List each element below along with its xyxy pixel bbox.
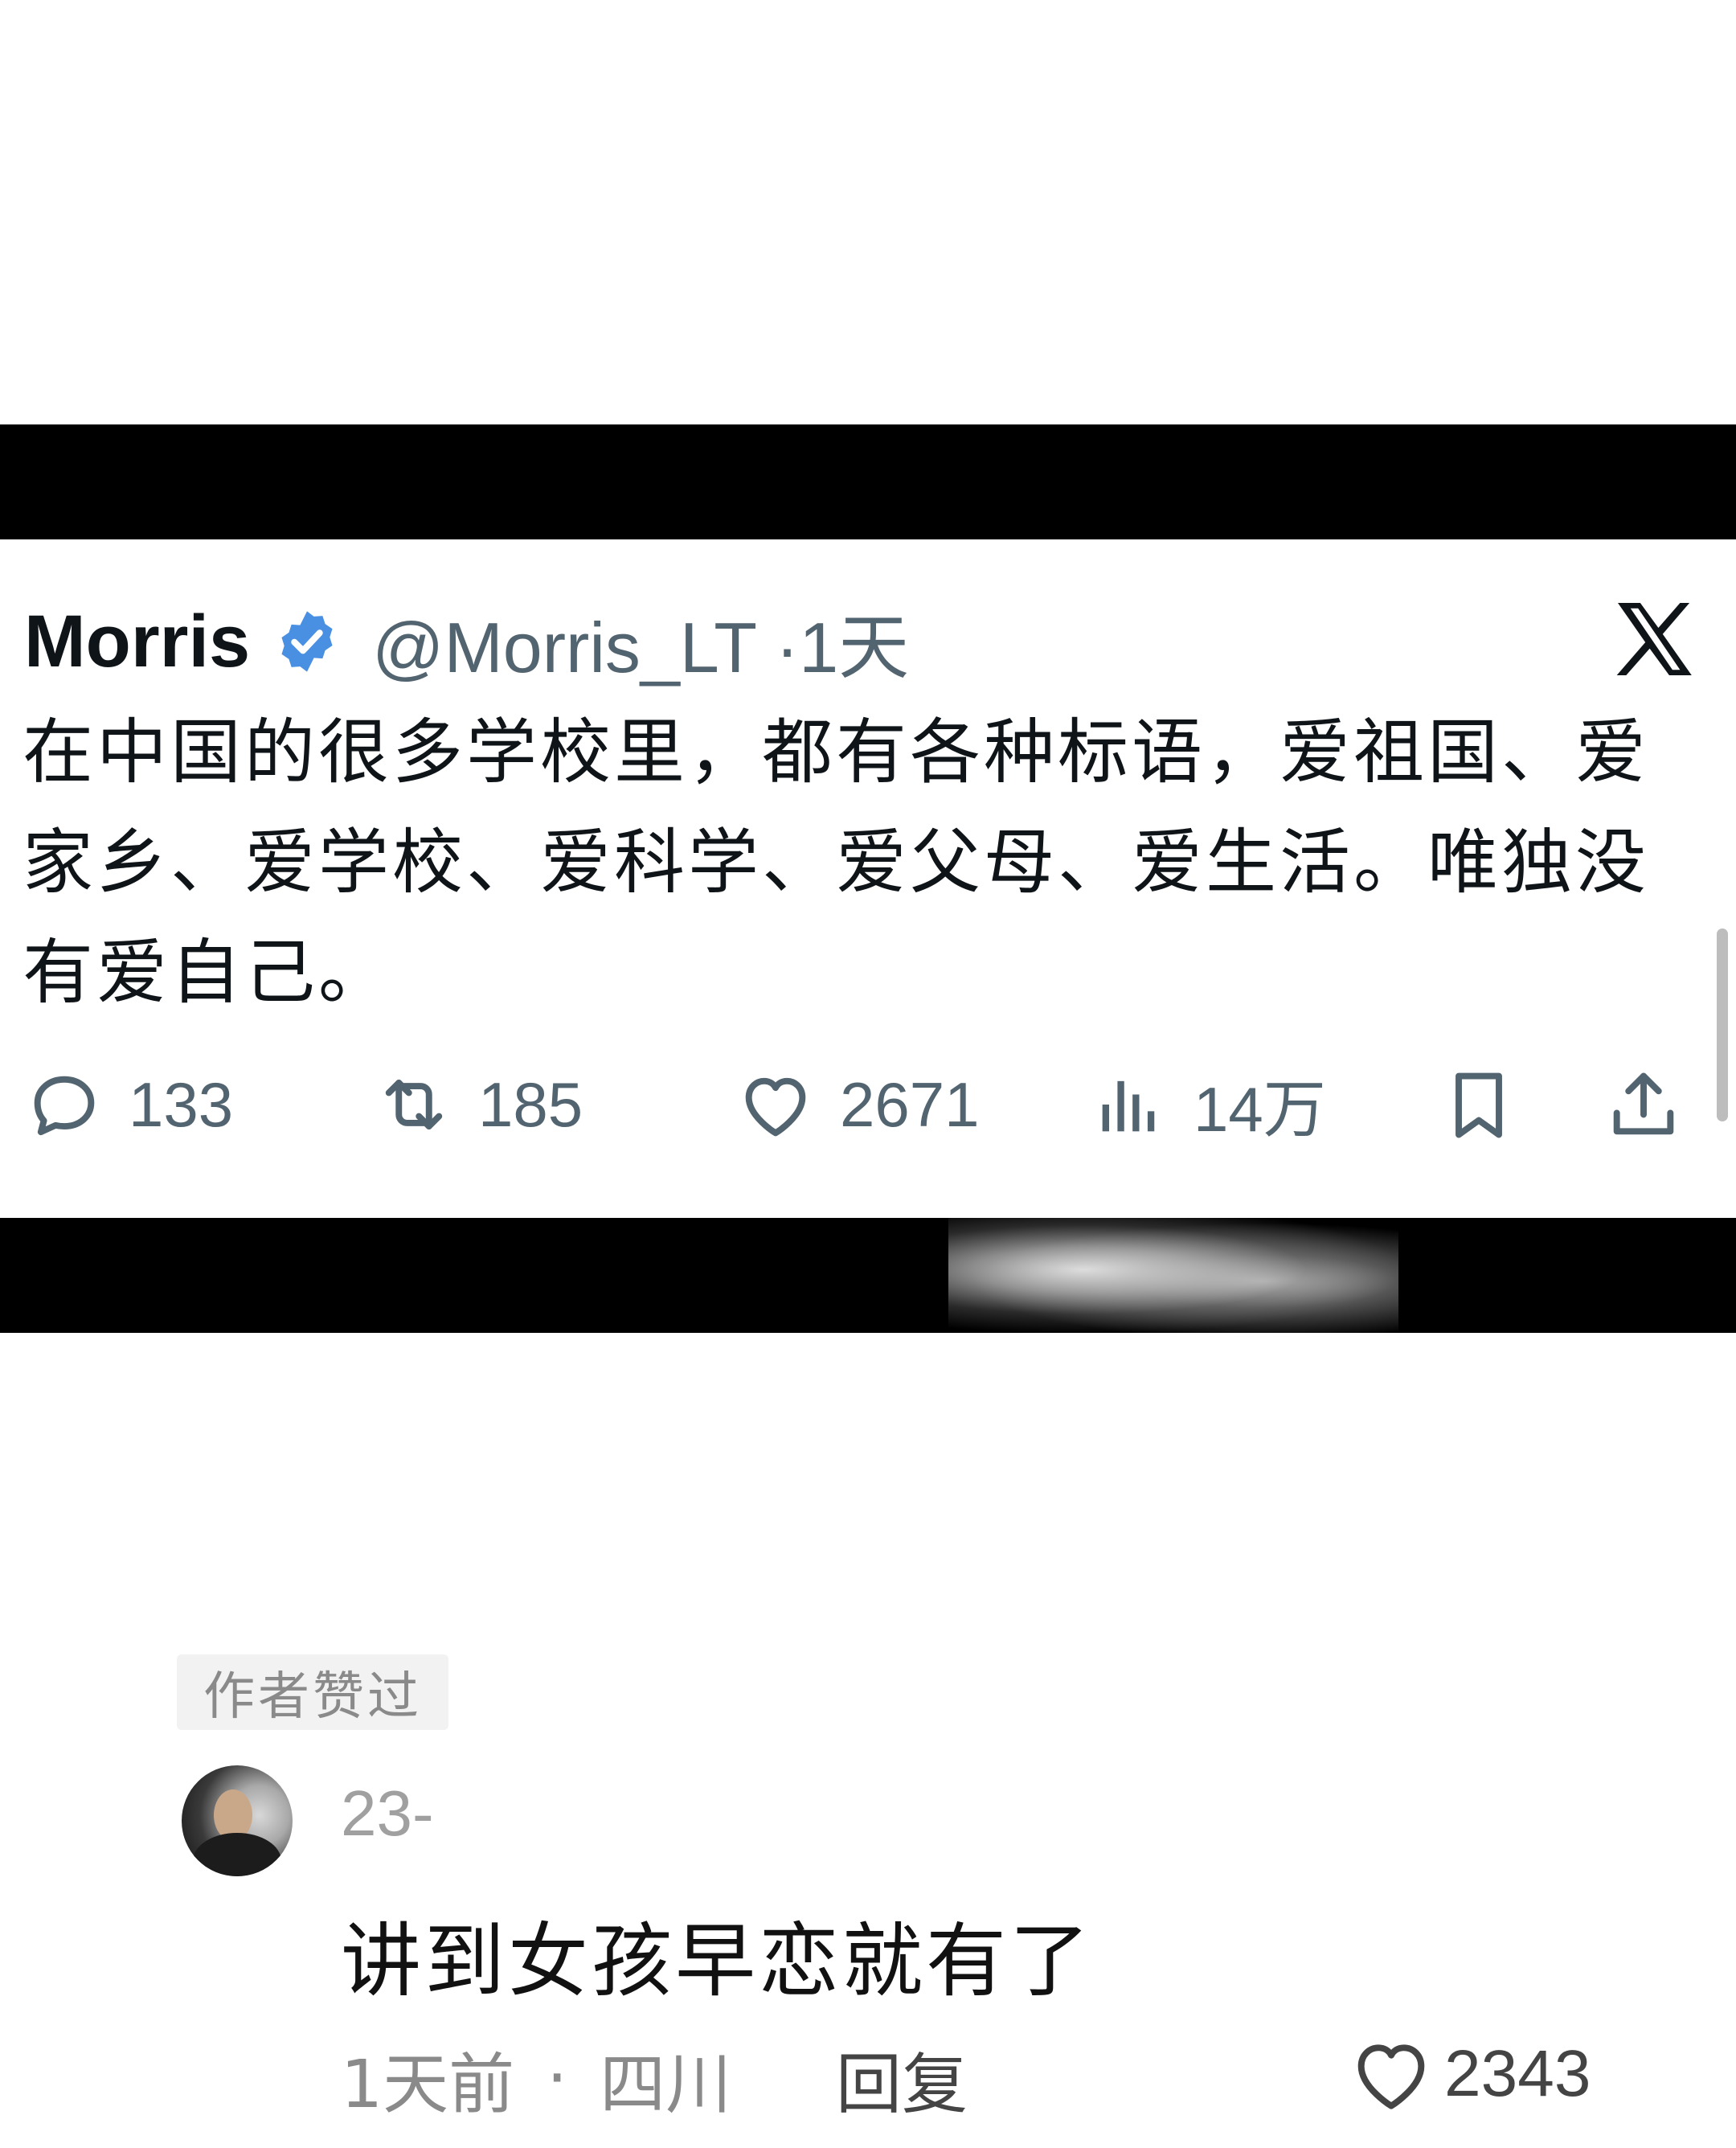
comment-time: 1天前 (341, 2046, 515, 2123)
reply-comment-button[interactable]: 回复 (836, 2034, 968, 2123)
meta-separator: · (547, 2039, 568, 2117)
tweet-handle-text: @Morris_LT (372, 607, 756, 687)
embedded-tweet-card[interactable]: Morris @Morris_LT ·1天 在中国的很多学校里，都有各种标语，爱… (0, 539, 1736, 1218)
screenshot-page: Morris @Morris_LT ·1天 在中国的很多学校里，都有各种标语，爱… (0, 0, 1736, 2148)
verified-badge-icon (281, 611, 333, 672)
comment-like-count: 2343 (1444, 2037, 1591, 2110)
tweet-time: ·1天 (775, 607, 910, 687)
share-icon (1613, 1072, 1674, 1135)
author-liked-badge: 作者赞过 (177, 1654, 448, 1730)
bookmark-icon (1456, 1072, 1502, 1138)
tweet-action-bar: 133 185 2671 14万 (0, 1060, 1736, 1149)
tweet-handle[interactable]: @Morris_LT ·1天 (372, 591, 909, 693)
comment-like-button[interactable]: 2343 (1346, 2026, 1591, 2122)
comment-username[interactable]: 23- (341, 1777, 434, 1851)
top-black-bar (0, 424, 1736, 539)
avatar-body (193, 1833, 281, 1876)
comment-text: 讲到女孩早恋就有了 (341, 1914, 1093, 2008)
comment-meta: 1天前 · 四川 (341, 2034, 731, 2123)
avatar[interactable] (182, 1765, 293, 1876)
comment-heart-icon (1357, 2044, 1425, 2109)
bottom-black-bar (0, 1218, 1736, 1333)
retweet-button[interactable]: 185 (374, 1060, 583, 1149)
smoke-decoration (948, 1218, 1398, 1333)
like-button[interactable]: 2671 (735, 1060, 980, 1149)
x-logo-icon (1616, 603, 1692, 675)
reply-button[interactable]: 133 (24, 1060, 233, 1149)
tweet-author-name[interactable]: Morris (24, 600, 250, 684)
tweet-body-text: 在中国的很多学校里，都有各种标语，爱祖国、爱家乡、爱学校、爱科学、爱父母、爱生活… (23, 711, 1650, 1014)
comment-location: 四川 (600, 2046, 732, 2123)
bookmark-button[interactable] (1439, 1060, 1519, 1149)
views-icon (1102, 1080, 1155, 1132)
share-button[interactable] (1603, 1060, 1684, 1149)
tweet-header: Morris @Morris_LT ·1天 (24, 597, 909, 687)
views-count: 14万 (1194, 1074, 1326, 1145)
retweet-count: 185 (478, 1068, 583, 1140)
reply-count: 133 (129, 1068, 234, 1140)
scrollbar-thumb[interactable] (1717, 928, 1728, 1121)
views-button[interactable]: 14万 (1089, 1060, 1326, 1149)
reply-icon (34, 1076, 95, 1136)
like-count: 2671 (840, 1068, 980, 1140)
heart-icon (745, 1077, 806, 1137)
retweet-icon (385, 1079, 443, 1130)
